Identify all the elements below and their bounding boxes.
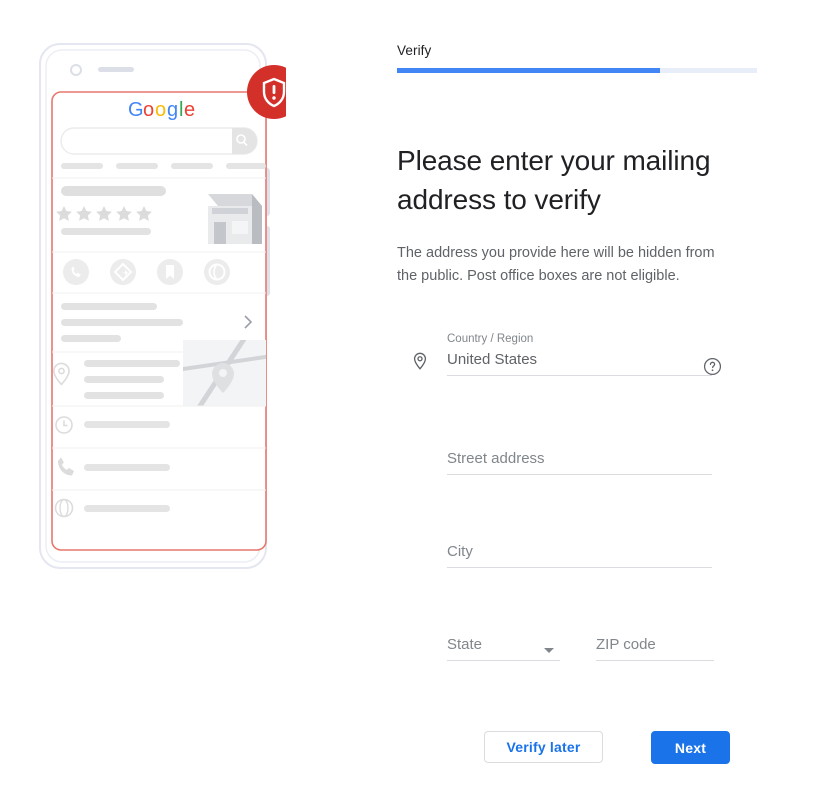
state-placeholder: State (447, 636, 483, 653)
page-description: The address you provide here will be hid… (397, 244, 715, 284)
verification-form-panel: Verify Please enter your mailing address… (397, 0, 819, 797)
svg-text:l: l (179, 99, 183, 121)
city-placeholder: City (447, 543, 473, 560)
state-dropdown-field[interactable]: State (447, 634, 560, 661)
svg-text:o: o (155, 99, 166, 121)
help-circle-icon[interactable] (703, 357, 722, 376)
street-address-placeholder: Street address (447, 450, 545, 467)
field-underline (447, 474, 712, 475)
location-pin-icon (413, 352, 427, 370)
progress-bar-fill (397, 68, 660, 73)
zip-code-field[interactable]: ZIP code (596, 634, 714, 661)
field-underline (447, 567, 712, 568)
field-underline (596, 660, 714, 661)
country-region-field[interactable]: Country / Region United States (447, 332, 712, 376)
street-address-field[interactable]: Street address (447, 448, 712, 475)
country-region-label: Country / Region (447, 333, 534, 345)
svg-text:e: e (184, 99, 195, 121)
field-underline (447, 375, 712, 376)
svg-text:o: o (143, 99, 154, 121)
phone-mockup-graphic: G o o g l e (39, 43, 286, 569)
field-underline (447, 660, 560, 661)
next-button[interactable]: Next (651, 731, 730, 764)
illustration-panel: G o o g l e (0, 0, 370, 797)
chevron-down-icon[interactable] (544, 648, 554, 653)
page-title: Please enter your mailing address to ver… (397, 144, 711, 215)
svg-text:g: g (167, 99, 178, 121)
step-label: Verify (397, 43, 432, 58)
verify-later-button[interactable]: Verify later (484, 731, 603, 763)
svg-text:G: G (128, 99, 144, 121)
country-region-value: United States (447, 351, 538, 368)
city-field[interactable]: City (447, 541, 712, 568)
zip-code-placeholder: ZIP code (596, 636, 656, 653)
progress-bar (397, 68, 757, 73)
